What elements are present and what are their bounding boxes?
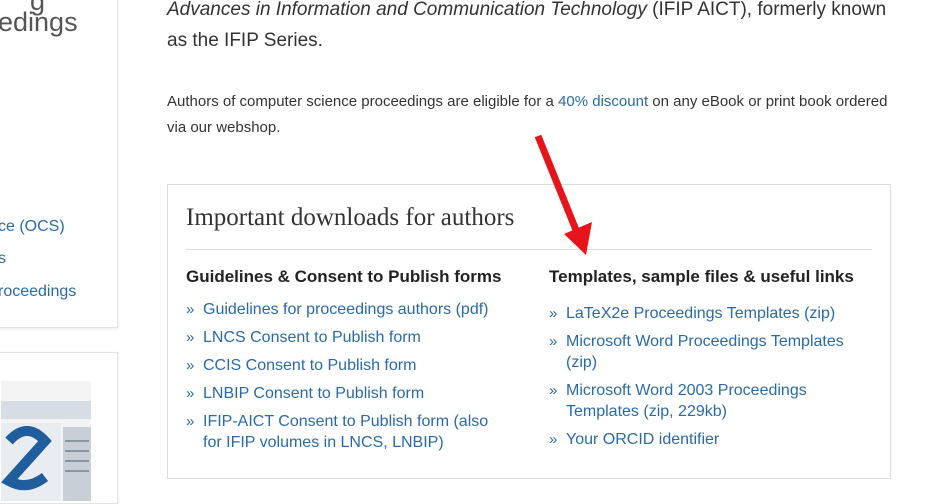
sidebar-link-proceedings[interactable]: roceedings xyxy=(0,283,76,301)
discount-before: Authors of computer science proceedings … xyxy=(167,93,559,110)
templates-heading: Templates, sample files & useful links xyxy=(549,267,854,286)
intro-italic: Advances in Information and Communicatio… xyxy=(167,0,647,20)
lncs-consent-link[interactable]: LNCS Consent to Publish form xyxy=(203,329,421,346)
lnbip-consent-link[interactable]: LNBIP Consent to Publish form xyxy=(203,385,424,402)
bullet-icon: » xyxy=(186,413,195,430)
sidebar-link-ocs[interactable]: ce (OCS) xyxy=(0,218,65,236)
bullet-icon: » xyxy=(549,382,558,399)
list-item[interactable]: » Guidelines for proceedings authors (pdf… xyxy=(186,299,506,320)
word-2003-templates-link[interactable]: Microsoft Word 2003 Proceedings Template… xyxy=(566,382,807,420)
word-templates-link[interactable]: Microsoft Word Proceedings Templates (zi… xyxy=(566,333,844,371)
red-arrow-annotation xyxy=(534,134,592,255)
ccis-consent-link[interactable]: CCIS Consent to Publish form xyxy=(203,357,416,374)
bullet-icon: » xyxy=(186,357,195,374)
list-item[interactable]: » Your ORCID identifier xyxy=(549,429,854,450)
sidebar-image-card xyxy=(0,352,118,504)
bullet-icon: » xyxy=(549,305,558,322)
templates-list: » LaTeX2e Proceedings Templates (zip) » Mi… xyxy=(549,303,854,457)
bullet-icon: » xyxy=(186,301,195,318)
sidebar-card xyxy=(0,0,118,328)
intro-paragraph: Advances in Information and Communicatio… xyxy=(167,0,887,56)
orcid-link[interactable]: Your ORCID identifier xyxy=(566,431,719,448)
list-item[interactable]: » LNBIP Consent to Publish form xyxy=(186,383,506,404)
bullet-icon: » xyxy=(549,333,558,350)
list-item[interactable]: » LNCS Consent to Publish form xyxy=(186,327,506,348)
list-item[interactable]: » Microsoft Word 2003 Proceedings Templat… xyxy=(549,380,854,422)
list-item[interactable]: » LaTeX2e Proceedings Templates (zip) xyxy=(549,303,854,324)
list-item[interactable]: » CCIS Consent to Publish form xyxy=(186,355,506,376)
latex-templates-link[interactable]: LaTeX2e Proceedings Templates (zip) xyxy=(566,305,835,322)
downloads-title: Important downloads for authors xyxy=(186,204,515,231)
bullet-icon: » xyxy=(549,431,558,448)
bullet-icon: » xyxy=(186,385,195,402)
bullet-icon: » xyxy=(186,329,195,346)
sidebar-link-s[interactable]: s xyxy=(0,250,6,268)
discount-link[interactable]: 40% discount xyxy=(558,93,648,110)
ifip-aict-consent-link[interactable]: IFIP-AICT Consent to Publish form (also … xyxy=(203,413,488,451)
sidebar-heading: edings xyxy=(0,7,78,37)
guidelines-list: » Guidelines for proceedings authors (pdf… xyxy=(186,299,506,460)
newspaper-image xyxy=(1,381,91,501)
list-item[interactable]: » IFIP-AICT Consent to Publish form (also… xyxy=(186,411,506,453)
list-item[interactable]: » Microsoft Word Proceedings Templates (z… xyxy=(549,331,854,373)
guidelines-pdf-link[interactable]: Guidelines for proceedings authors (pdf) xyxy=(203,301,489,318)
guidelines-heading: Guidelines & Consent to Publish forms xyxy=(186,267,502,286)
